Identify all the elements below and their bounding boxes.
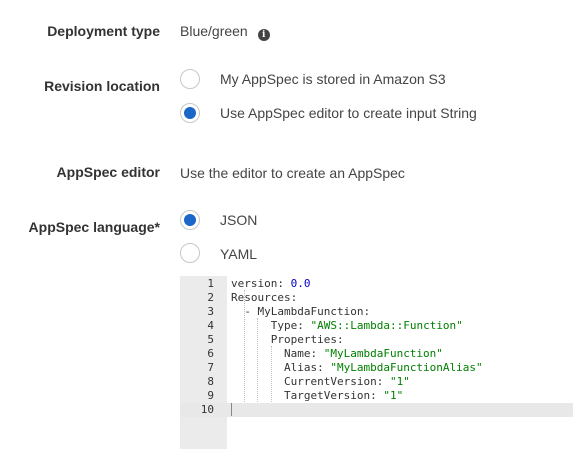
radio-json[interactable] [180,210,200,230]
radio-appspec-editor-label[interactable]: Use AppSpec editor to create input Strin… [220,105,477,121]
code-key: Resources: [231,291,298,304]
line-number: 8 [207,375,214,388]
code-text: Alias: "MyLambdaFunctionAlias" [231,361,483,375]
radio-json-label[interactable]: JSON [220,212,257,228]
code-line[interactable]: 1 version: 0.0 [180,277,573,291]
appspec-editor-label: AppSpec editor [56,164,160,180]
code-text: version: 0.0 [231,277,310,291]
radio-yaml[interactable] [180,243,200,263]
deployment-type-label: Deployment type [47,23,160,39]
code-string-value: "1" [389,375,410,388]
line-number: 2 [207,291,214,304]
code-text: Type: "AWS::Lambda::Function" [231,319,463,333]
code-key: version: [231,277,291,290]
deployment-type-text: Blue/green [180,23,248,39]
code-number-value: 0.0 [290,277,311,290]
deployment-type-value: Blue/green i [180,23,270,41]
code-line[interactable]: 9 TargetVersion: "1" [180,389,573,403]
line-number: 9 [207,389,214,402]
code-key: - MyLambdaFunction: [231,305,371,318]
code-text: Properties: [231,333,344,347]
indent-guide [244,290,245,402]
code-string-value: "1" [383,389,404,402]
line-number: 7 [207,361,214,374]
code-string-value: "MyLambdaFunctionAlias" [330,361,483,374]
code-line[interactable]: 4 Type: "AWS::Lambda::Function" [180,319,573,333]
code-text: - MyLambdaFunction: [231,305,370,319]
info-icon[interactable]: i [257,29,270,41]
line-number: 1 [207,277,214,290]
indent-guide [257,318,258,402]
text-cursor [231,403,232,416]
line-number: 5 [207,333,214,346]
radio-yaml-label[interactable]: YAML [220,246,257,262]
line-number: 10 [200,403,214,416]
code-string-value: "MyLambdaFunction" [323,347,443,360]
code-string-value: "AWS::Lambda::Function" [310,319,463,332]
code-line[interactable]: 6 Name: "MyLambdaFunction" [180,347,573,361]
revision-location-label: Revision location [44,78,160,94]
code-line[interactable]: 8 CurrentVersion: "1" [180,375,573,389]
line-number: 6 [207,347,214,360]
radio-s3[interactable] [180,69,200,89]
code-key: Properties: [231,333,344,346]
code-text: Name: "MyLambdaFunction" [231,347,443,361]
line-number: 3 [207,305,214,318]
code-key: CurrentVersion: [231,375,390,388]
code-line[interactable]: 5 Properties: [180,333,573,347]
radio-s3-label[interactable]: My AppSpec is stored in Amazon S3 [220,71,446,87]
appspec-code-editor[interactable]: 1 version: 0.0 2 Resources: 3 - MyLambdaFunc… [180,276,573,449]
code-line[interactable]: 7 Alias: "MyLambdaFunctionAlias" [180,361,573,375]
appspec-editor-description: Use the editor to create an AppSpec [180,165,405,181]
code-key: Alias: [231,361,331,374]
code-key: Type: [231,319,311,332]
radio-appspec-editor[interactable] [180,103,200,123]
code-text: Resources: [231,291,297,305]
line-number: 4 [207,319,214,332]
code-line[interactable]: 3 - MyLambdaFunction: [180,305,573,319]
code-line[interactable]: 10 [180,403,573,417]
appspec-language-label: AppSpec language* [28,219,160,235]
code-line[interactable]: 2 Resources: [180,291,573,305]
indent-guide [271,346,272,402]
code-key: TargetVersion: [231,389,384,402]
